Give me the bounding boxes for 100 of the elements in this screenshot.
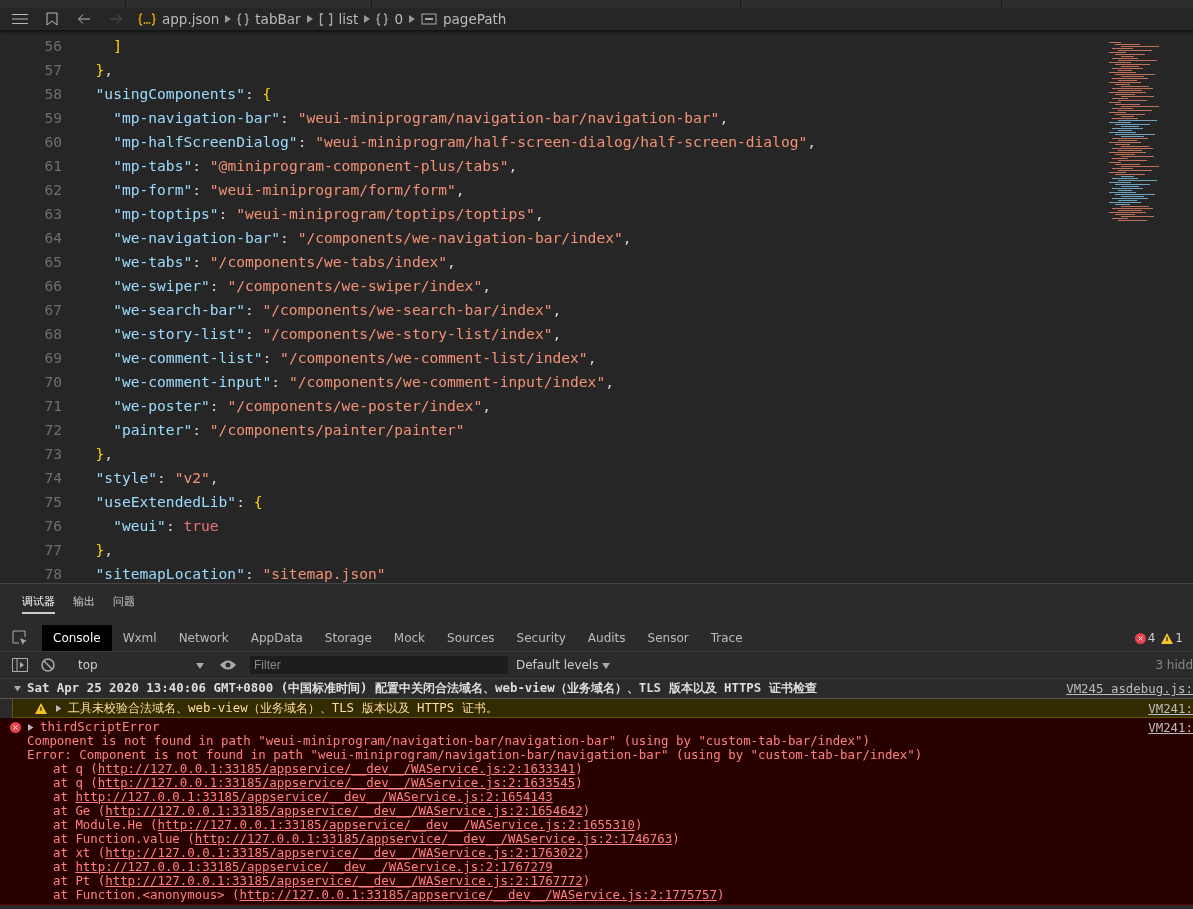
- clear-icon[interactable]: [38, 658, 58, 672]
- code-line: "we-search-bar": "/components/we-search-bar/index",: [112, 300, 563, 320]
- error-count[interactable]: 4: [1147, 631, 1156, 645]
- stack-paren: ): [716, 887, 725, 902]
- stack-link[interactable]: http://127.0.0.1:33185/appservice/__dev__/WAService.js:2:1767279: [75, 859, 553, 874]
- error-icon: [1134, 632, 1146, 644]
- line-number: 59: [43, 108, 62, 128]
- breadcrumb-item[interactable]: list: [338, 11, 359, 27]
- code-line: "sitemapLocation": "sitemap.json": [94, 564, 387, 583]
- line-number: 61: [43, 156, 62, 176]
- panel-tab[interactable]: 输出: [73, 594, 95, 614]
- source-link[interactable]: VM241:: [1148, 700, 1193, 716]
- stack-link[interactable]: http://127.0.0.1:33185/appservice/__dev__/WAService.js:2:1767772: [105, 873, 583, 888]
- stack-frame: at Ge (: [53, 803, 106, 818]
- eye-icon[interactable]: [218, 659, 238, 671]
- braces-icon: [237, 12, 250, 26]
- line-number: 76: [43, 516, 62, 536]
- stack-paren: ): [634, 817, 643, 832]
- panel-tab[interactable]: 调试器: [22, 594, 55, 614]
- devtools-tab[interactable]: Wxml: [111, 625, 168, 651]
- code-line: "usingComponents": {: [94, 84, 273, 104]
- stack-link[interactable]: http://127.0.0.1:33185/appservice/__dev__/WAService.js:2:1654143: [75, 789, 553, 804]
- line-number: 73: [43, 444, 62, 464]
- breadcrumb-item[interactable]: tabBar: [255, 11, 301, 27]
- levels-dropdown[interactable]: Default levels: [516, 658, 611, 672]
- line-number: 78: [43, 564, 62, 583]
- stack-link[interactable]: http://127.0.0.1:33185/appservice/__dev__/WAService.js:2:1775757: [239, 887, 717, 902]
- filter-field[interactable]: Filter: [250, 656, 508, 674]
- line-number: 69: [43, 348, 62, 368]
- stack-link[interactable]: http://127.0.0.1:33185/appservice/__dev__/WAService.js:2:1763022: [105, 845, 583, 860]
- stack-paren: ): [672, 831, 680, 846]
- line-number: 71: [43, 396, 62, 416]
- devtools-tab[interactable]: Sources: [436, 625, 506, 651]
- expand-triangle-icon[interactable]: [55, 704, 62, 712]
- line-number: 72: [43, 420, 62, 440]
- line-number: 77: [43, 540, 62, 560]
- stack-frame: at Pt (: [53, 873, 106, 888]
- source-link[interactable]: VM245 asdebug.js:: [1066, 681, 1193, 696]
- panel-tab[interactable]: 问题: [113, 594, 135, 614]
- text-field-icon: [420, 13, 437, 25]
- devtools-tab[interactable]: Storage: [313, 625, 383, 651]
- error-icon: [10, 722, 21, 733]
- group-message: Sat Apr 25 2020 13:40:06 GMT+0800 (中国标准时间) 配置中关闭合法域名、web-view（业务域名）、TLS 版本以及 HTTPS 证书检查: [27, 680, 817, 697]
- braces-icon: [376, 12, 389, 26]
- devtools-tab[interactable]: Sensor: [636, 625, 700, 651]
- code-line: "we-swiper": "/components/we-swiper/index",: [112, 276, 492, 296]
- code-line: "mp-halfScreenDialog": "weui-miniprogram/half-screen-dialog/half-screen-dialog",: [112, 132, 818, 152]
- devtools-tab[interactable]: Security: [505, 625, 577, 651]
- line-number: 67: [43, 300, 62, 320]
- expand-triangle-icon[interactable]: [27, 723, 34, 731]
- stack-link[interactable]: http://127.0.0.1:33185/appservice/__dev__/WAService.js:2:1633341: [97, 761, 576, 776]
- stack-frame: at Function.value (: [53, 831, 195, 846]
- warning-icon: [1161, 632, 1174, 644]
- error-message: Component is not found in path "weui-miniprogram/navigation-bar/navigation-bar" (using by "custom-tab-bar/index"): [27, 734, 871, 748]
- chevron-icon: [306, 15, 313, 23]
- context-select[interactable]: top: [78, 658, 204, 672]
- warning-icon: [35, 702, 47, 714]
- breadcrumb-item[interactable]: pagePath: [442, 11, 507, 27]
- code-line: "style": "v2",: [94, 468, 220, 488]
- stack-link[interactable]: http://127.0.0.1:33185/appservice/__dev__/WAService.js:2:1633545: [97, 775, 576, 790]
- code-line: "we-poster": "/components/we-poster/index",: [112, 396, 492, 416]
- stack-frame: at xt (: [53, 845, 106, 860]
- expand-triangle-icon[interactable]: [14, 685, 21, 692]
- stack-paren: ): [575, 761, 583, 776]
- stack-paren: ): [575, 775, 583, 790]
- devtools-tab[interactable]: AppData: [239, 625, 314, 651]
- breadcrumb-item[interactable]: 0: [394, 11, 403, 27]
- devtools-tab[interactable]: Network: [167, 625, 240, 651]
- line-number: 63: [43, 204, 62, 224]
- devtools-tab[interactable]: Mock: [382, 625, 437, 651]
- source-link[interactable]: VM241:: [1148, 720, 1193, 735]
- line-number: 60: [43, 132, 62, 152]
- stack-link[interactable]: http://127.0.0.1:33185/appservice/__dev__/WAService.js:2:1746763: [194, 831, 673, 846]
- error-message: Error: Component is not found in path "weui-miniprogram/navigation-bar/navigation-bar" (using by "custom-tab-bar/index"): [27, 748, 923, 762]
- line-number: 58: [43, 84, 62, 104]
- line-number: 57: [43, 60, 62, 80]
- devtools-tab[interactable]: Trace: [699, 625, 754, 651]
- chevron-icon: [364, 15, 371, 23]
- code-line: "mp-navigation-bar": "weui-miniprogram/navigation-bar/navigation-bar",: [112, 108, 730, 128]
- code-line: ]: [112, 36, 123, 56]
- sidebar-toggle-icon[interactable]: [10, 658, 30, 672]
- code-line: "we-tabs": "/components/we-tabs/index",: [112, 252, 457, 272]
- devtools-tab[interactable]: Console: [42, 625, 112, 651]
- code-line: "weui": true: [112, 516, 220, 536]
- menu-icon[interactable]: [10, 13, 30, 25]
- stack-link[interactable]: http://127.0.0.1:33185/appservice/__dev__/WAService.js:2:1655310: [157, 817, 635, 832]
- stack-paren: ): [582, 845, 591, 860]
- chevron-icon: [225, 15, 232, 23]
- line-number: 56: [43, 36, 62, 56]
- stack-frame: at Module.He (: [53, 817, 158, 832]
- error-title: thirdScriptError: [40, 720, 160, 734]
- stack-link[interactable]: http://127.0.0.1:33185/appservice/__dev__/WAService.js:2:1654642: [105, 803, 583, 818]
- braces-icon: [138, 12, 156, 26]
- code-line: "mp-tabs": "@miniprogram-component-plus/tabs",: [112, 156, 519, 176]
- caret-icon: [196, 663, 204, 669]
- code-line: "we-navigation-bar": "/components/we-navigation-bar/index",: [112, 228, 633, 248]
- line-number: 74: [43, 468, 62, 488]
- devtools-tab[interactable]: Audits: [576, 625, 637, 651]
- warning-count[interactable]: 1: [1175, 631, 1183, 645]
- breadcrumb-item[interactable]: app.json: [162, 11, 220, 27]
